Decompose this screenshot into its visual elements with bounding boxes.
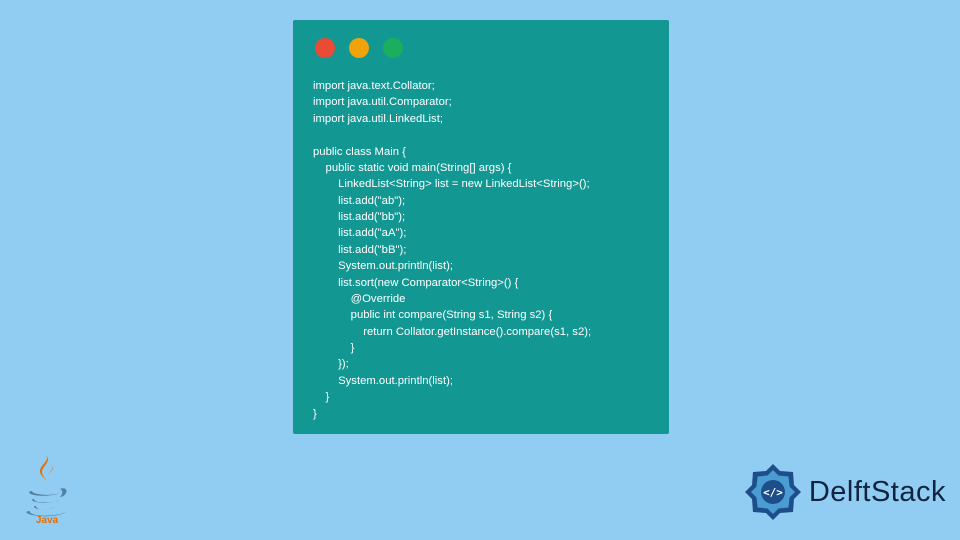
- code-block: import java.text.Collator; import java.u…: [293, 58, 669, 422]
- delftstack-label: DelftStack: [809, 476, 946, 509]
- delftstack-icon: </>: [743, 462, 803, 522]
- minimize-icon: [349, 38, 369, 58]
- java-logo-text: Java: [36, 515, 59, 523]
- window-controls: [293, 20, 669, 58]
- delftstack-logo: </> DelftStack: [743, 462, 946, 522]
- maximize-icon: [383, 38, 403, 58]
- close-icon: [315, 38, 335, 58]
- code-window: import java.text.Collator; import java.u…: [293, 20, 669, 434]
- svg-text:</>: </>: [763, 486, 783, 499]
- java-logo: Java: [22, 453, 72, 528]
